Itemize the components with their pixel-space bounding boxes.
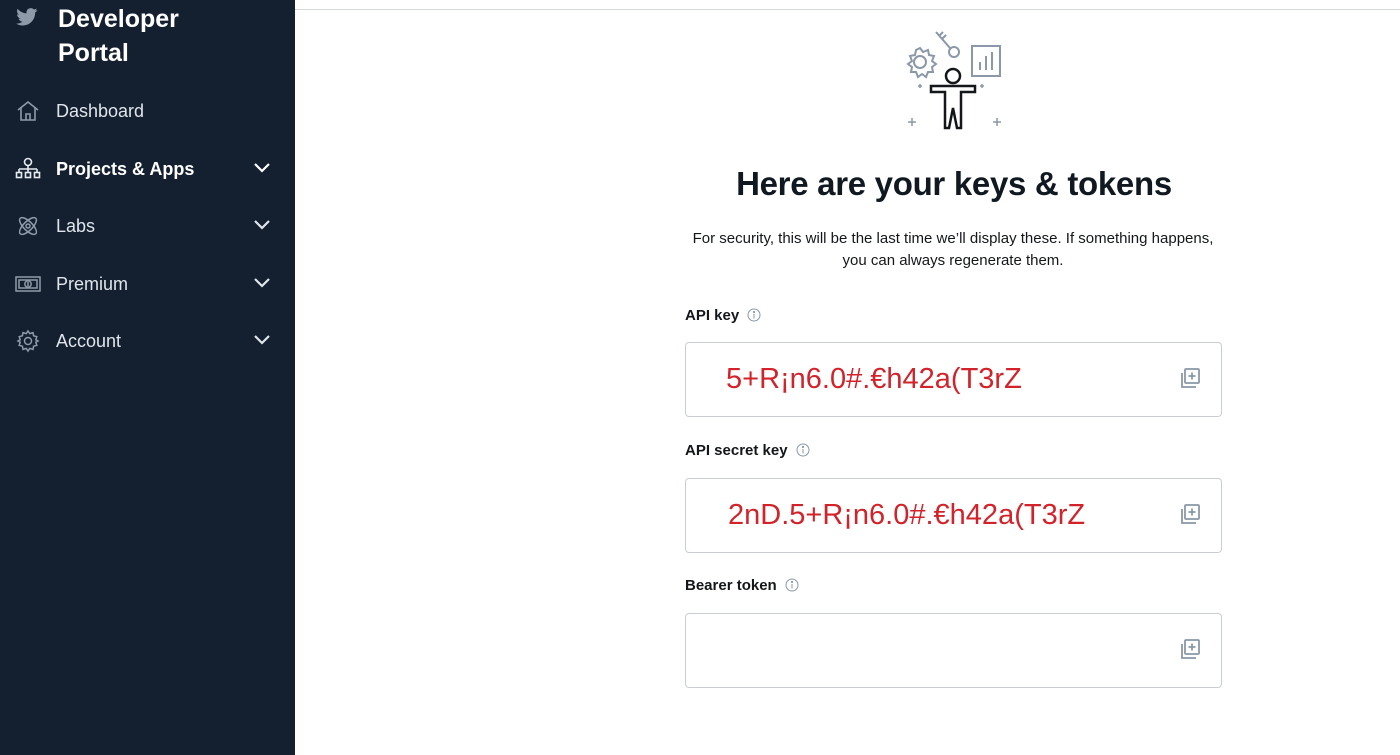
labs-atom-icon [18, 216, 38, 236]
chevron-down-icon[interactable] [252, 218, 272, 232]
sidebar-item-account[interactable]: Account [0, 316, 295, 366]
sidebar: Developer Portal Dashboard Projects & Ap… [0, 0, 295, 755]
sidebar-item-label: Account [56, 331, 122, 351]
chevron-down-icon[interactable] [252, 276, 272, 290]
info-icon[interactable] [747, 308, 761, 322]
copy-icon[interactable] [1177, 501, 1203, 527]
sidebar-item-label: Premium [56, 274, 129, 294]
brand-title-line1: Developer [58, 5, 179, 33]
sidebar-item-label: Dashboard [56, 101, 145, 121]
developer-keys-illustration-icon [906, 31, 1001, 130]
api-secret-key-value: 2nD.5+R¡n6.0#.€h42a(T3rZ [728, 499, 1086, 531]
api-secret-key-label: API secret key [685, 441, 810, 461]
sidebar-item-dashboard[interactable]: Dashboard [0, 86, 295, 136]
brand-title[interactable]: Developer Portal [58, 2, 179, 70]
gear-icon [16, 329, 40, 353]
api-secret-key-label-text: API secret key [685, 442, 788, 459]
bearer-token-label-text: Bearer token [685, 577, 777, 594]
sidebar-item-premium[interactable]: Premium [0, 259, 295, 309]
api-key-label-text: API key [685, 307, 740, 324]
chevron-down-icon[interactable] [252, 333, 272, 347]
main-content: Here are your keys & tokens For security… [295, 0, 1400, 755]
api-key-label: API key [685, 306, 761, 326]
bearer-token-label: Bearer token [685, 576, 799, 596]
copy-icon[interactable] [1177, 636, 1203, 662]
top-divider [295, 9, 1400, 10]
sidebar-item-labs[interactable]: Labs [0, 201, 295, 251]
sidebar-item-label: Projects & Apps [56, 159, 195, 179]
info-icon[interactable] [785, 578, 799, 592]
sidebar-item-label: Labs [56, 216, 96, 236]
chevron-down-icon[interactable] [252, 161, 272, 175]
bearer-token-field[interactable] [685, 613, 1222, 688]
sidebar-item-projects-apps[interactable]: Projects & Apps [0, 144, 295, 194]
dollar-bill-icon [15, 276, 41, 292]
twitter-bird-icon [16, 8, 38, 26]
hierarchy-icon [15, 157, 41, 179]
page-title: Here are your keys & tokens [736, 165, 1172, 202]
brand-title-line2: Portal [58, 39, 129, 67]
api-key-value: 5+R¡n6.0#.€h42a(T3rZ [726, 363, 1022, 395]
copy-icon[interactable] [1177, 365, 1203, 391]
home-icon [17, 100, 39, 121]
security-notice: For security, this will be the last time… [692, 230, 1214, 269]
api-secret-key-field[interactable]: 2nD.5+R¡n6.0#.€h42a(T3rZ [685, 478, 1222, 553]
api-key-field[interactable]: 5+R¡n6.0#.€h42a(T3rZ [685, 342, 1222, 417]
info-icon[interactable] [796, 443, 810, 457]
